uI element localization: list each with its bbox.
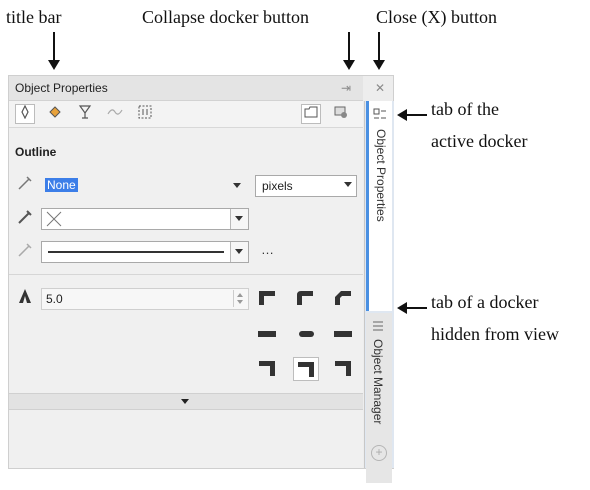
collapse-button-annotation: Collapse docker button bbox=[142, 7, 309, 27]
docker-title-bar[interactable]: Object Properties ⇥ bbox=[9, 76, 363, 101]
miter-limit-icon bbox=[15, 288, 35, 308]
outline-outside-button[interactable] bbox=[255, 357, 279, 379]
no-color-swatch-icon bbox=[46, 211, 62, 227]
properties-panel: Outline None pixels … 5.0 bbox=[9, 128, 363, 468]
units-value: pixels bbox=[262, 179, 293, 193]
outline-style-picker[interactable] bbox=[41, 241, 249, 263]
hidden-tab-arrow bbox=[397, 302, 427, 314]
section-divider bbox=[9, 274, 363, 275]
chevron-down-icon bbox=[344, 182, 352, 187]
solid-line-preview bbox=[48, 251, 224, 253]
object-properties-docker: Object Properties ⇥ ✕ Outline None pixel… bbox=[8, 75, 394, 483]
tab-object-properties[interactable]: Object Properties bbox=[366, 101, 392, 311]
active-tab-annotation-line2: active docker bbox=[431, 131, 528, 151]
object-properties-tab-icon bbox=[373, 108, 386, 119]
hidden-tab-annotation-line1: tab of a docker bbox=[431, 292, 539, 312]
fill-bucket-icon[interactable] bbox=[45, 104, 65, 124]
corner-round-button[interactable] bbox=[293, 287, 317, 309]
expand-chevron-icon bbox=[181, 399, 189, 404]
units-dropdown[interactable]: pixels bbox=[255, 175, 357, 197]
options-icon[interactable] bbox=[331, 104, 351, 124]
active-tab-annotation-line1: tab of the bbox=[431, 99, 499, 119]
docker-title: Object Properties bbox=[15, 81, 108, 95]
expand-section-bar[interactable] bbox=[9, 393, 363, 410]
close-docker-button[interactable]: ✕ bbox=[371, 79, 389, 97]
outline-centered-button[interactable] bbox=[293, 357, 319, 381]
cap-extended-button[interactable] bbox=[331, 323, 355, 345]
outline-pen-icon[interactable] bbox=[15, 104, 35, 124]
spinner-arrows[interactable] bbox=[233, 290, 246, 307]
collapse-button-arrow bbox=[343, 32, 355, 70]
active-tab-arrow bbox=[397, 109, 427, 121]
chevron-down-icon bbox=[230, 209, 248, 229]
curve-icon[interactable] bbox=[105, 104, 125, 124]
transparency-glass-icon[interactable] bbox=[75, 104, 95, 124]
tab-object-manager-label: Object Manager bbox=[371, 339, 385, 425]
chevron-down-icon bbox=[230, 242, 248, 262]
outline-section-heading: Outline bbox=[15, 145, 57, 159]
corner-miter-button[interactable] bbox=[255, 287, 279, 309]
miter-limit-value: 5.0 bbox=[46, 292, 63, 306]
pen-color-icon bbox=[15, 209, 35, 229]
title-bar-arrow bbox=[48, 32, 60, 70]
object-manager-tab-icon bbox=[373, 321, 383, 331]
outline-color-picker[interactable] bbox=[41, 208, 249, 230]
chevron-down-icon[interactable] bbox=[233, 183, 241, 188]
miter-limit-spinbox[interactable]: 5.0 bbox=[41, 288, 249, 310]
tab-object-properties-label: Object Properties bbox=[374, 129, 388, 222]
cap-square-button[interactable] bbox=[255, 323, 279, 345]
page-frame-icon[interactable] bbox=[301, 104, 321, 124]
frame-icon[interactable] bbox=[135, 104, 155, 124]
cap-round-button[interactable] bbox=[293, 323, 317, 345]
corner-bevel-button[interactable] bbox=[331, 287, 355, 309]
pen-style-icon bbox=[15, 242, 35, 262]
docker-tab-strip: Object Properties Object Manager + bbox=[364, 101, 394, 483]
add-docker-icon[interactable]: + bbox=[371, 445, 387, 461]
hidden-tab-annotation-line2: hidden from view bbox=[431, 324, 559, 344]
outline-width-value: None bbox=[45, 178, 78, 192]
outline-width-combo[interactable]: None bbox=[41, 175, 247, 195]
more-styles-button[interactable]: … bbox=[261, 242, 274, 257]
close-button-annotation: Close (X) button bbox=[376, 7, 497, 27]
collapse-docker-button[interactable]: ⇥ bbox=[337, 79, 355, 97]
title-bar-annotation: title bar bbox=[6, 7, 62, 27]
close-button-arrow bbox=[373, 32, 385, 70]
outline-inside-button[interactable] bbox=[331, 357, 355, 379]
pen-width-icon bbox=[15, 175, 35, 195]
docker-toolbar bbox=[9, 101, 363, 128]
